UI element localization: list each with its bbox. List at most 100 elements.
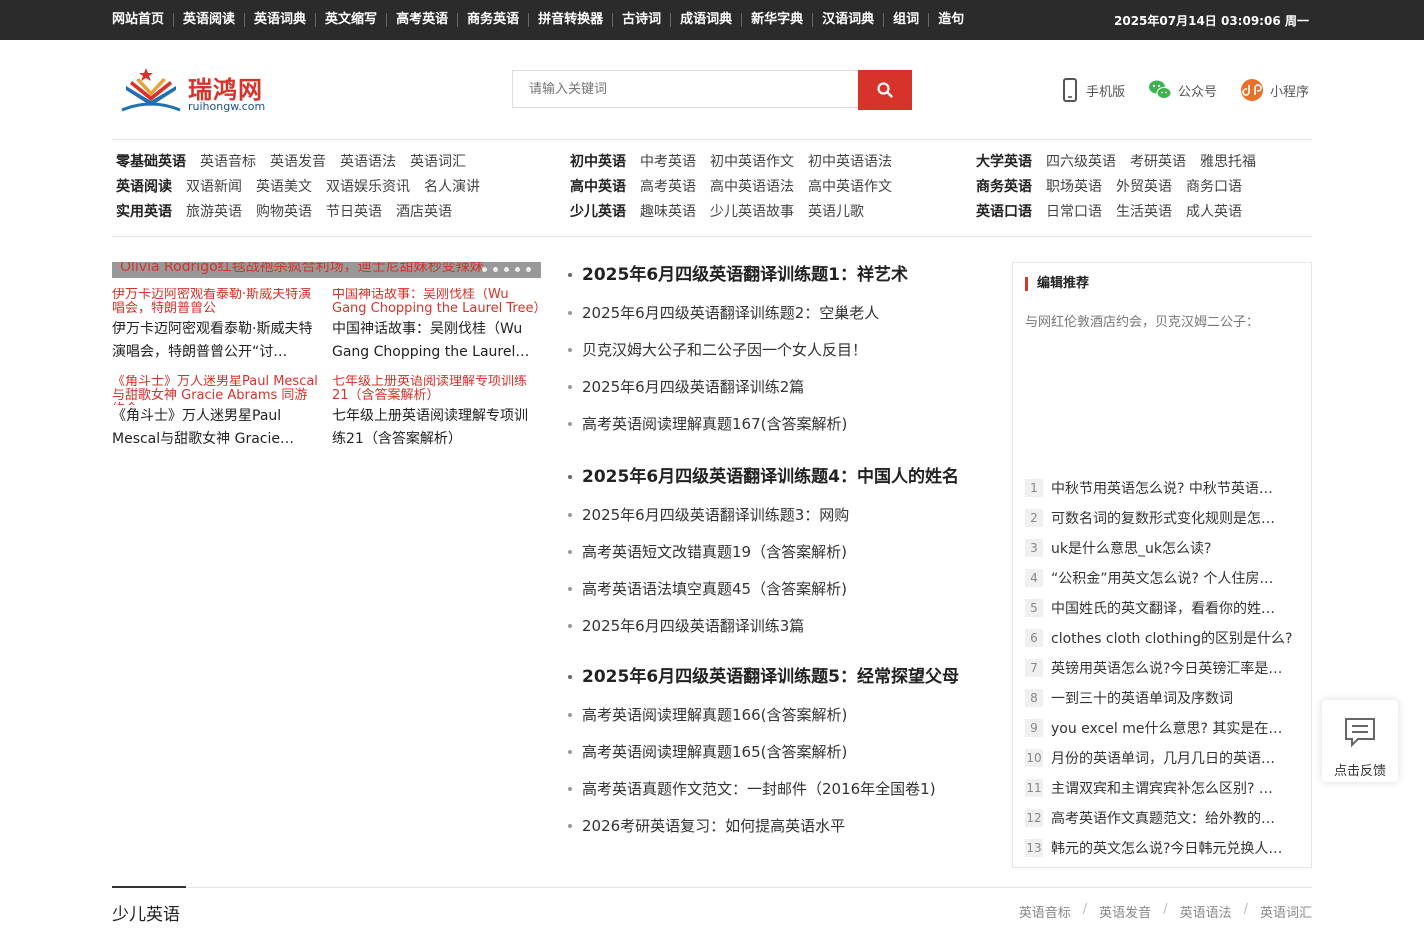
category-link[interactable]: 成人英语 [1186,204,1242,220]
rank-text[interactable]: 一到三十的英语单词及序数词 [1051,688,1233,708]
category-link[interactable]: 酒店英语 [396,204,452,220]
rank-item[interactable]: 1 中秋节用英语怎么说? 中秋节英语… [1025,473,1301,503]
topnav-link-hanyu[interactable]: 汉语词典 [812,13,883,27]
category-link[interactable]: 日常口语 [1046,204,1102,220]
thumb-image-alt[interactable]: 伊万卡迈阿密观看泰勒·斯威夫特演唱会，特朗普曾公 [112,288,320,318]
news-item[interactable]: 贝克汉姆大公子和二公子因一个女人反目！ [568,337,988,374]
rank-item[interactable]: 6 clothes cloth clothing的区别是什么? [1025,623,1301,653]
category-head[interactable]: 英语阅读 [116,179,172,195]
topnav-link-dictionary[interactable]: 英语词典 [244,13,315,27]
thumb-title[interactable]: 七年级上册英语阅读理解专项训练21（含答案解析） [332,405,540,451]
rank-item[interactable]: 9 you excel me什么意思? 其实是在… [1025,713,1301,743]
miniapp-link[interactable]: 小程序 [1240,78,1309,102]
category-link[interactable]: 双语新闻 [186,179,242,195]
rank-item[interactable]: 8 一到三十的英语单词及序数词 [1025,683,1301,713]
thumb-image-alt[interactable]: 七年级上册英语阅读理解专项训练21（含答案解析） [332,375,540,405]
search-button[interactable] [858,70,912,110]
category-link[interactable]: 雅思托福 [1200,154,1256,170]
topnav-link-idioms[interactable]: 成语词典 [670,13,741,27]
category-link[interactable]: 考研英语 [1130,154,1186,170]
category-link[interactable]: 初中英语语法 [808,154,892,170]
category-head[interactable]: 零基础英语 [116,154,186,170]
site-logo[interactable]: 瑞鸿网 ruihongw.com [118,66,288,116]
category-link[interactable]: 趣味英语 [640,204,696,220]
news-headline[interactable]: 2025年6月四级英语翻译训练题4：中国人的姓名 [568,464,988,502]
mobile-link[interactable]: 手机版 [1060,78,1125,102]
category-head[interactable]: 英语口语 [976,204,1032,220]
category-link[interactable]: 外贸英语 [1116,179,1172,195]
image-slider[interactable]: Olivia Rodrigo红毯战袍杀疯合利场，迪士尼甜妹秒变辣妹 [112,262,541,278]
section-link[interactable]: 英语语法 [1180,902,1232,921]
category-head[interactable]: 少儿英语 [570,204,626,220]
section-link[interactable]: 英语音标 [1019,902,1071,921]
category-head[interactable]: 商务英语 [976,179,1032,195]
rank-item[interactable]: 10 月份的英语单词，几月几日的英语… [1025,743,1301,773]
rank-text[interactable]: 可数名词的复数形式变化规则是怎… [1051,508,1275,528]
category-head[interactable]: 大学英语 [976,154,1032,170]
news-item[interactable]: 2026考研英语复习：如何提高英语水平 [568,813,988,850]
thumb-image-alt[interactable]: 《角斗士》万人迷男星Paul Mescal与甜歌女神 Gracie Abrams… [112,375,320,405]
slider-dot[interactable] [515,267,520,272]
rank-text[interactable]: 月份的英语单词，几月几日的英语… [1051,748,1275,768]
topnav-link-pinyin[interactable]: 拼音转换器 [528,13,612,27]
section-link[interactable]: 英语发音 [1099,902,1151,921]
category-link[interactable]: 英语儿歌 [808,204,864,220]
rank-item[interactable]: 11 主谓双宾和主谓宾宾补怎么区别? … [1025,773,1301,803]
topnav-link-gaokao[interactable]: 高考英语 [386,13,457,27]
category-link[interactable]: 英语美文 [256,179,312,195]
category-link[interactable]: 名人演讲 [424,179,480,195]
category-head[interactable]: 实用英语 [116,204,172,220]
rank-text[interactable]: 韩元的英文怎么说?今日韩元兑换人… [1051,838,1282,858]
slider-caption[interactable]: Olivia Rodrigo红毯战袍杀疯合利场，迪士尼甜妹秒变辣妹 [120,262,484,276]
category-link[interactable]: 购物英语 [256,204,312,220]
category-head[interactable]: 初中英语 [570,154,626,170]
category-link[interactable]: 高中英语语法 [710,179,794,195]
rank-text[interactable]: 中国姓氏的英文翻译，看看你的姓… [1051,598,1275,618]
rank-item[interactable]: 7 英镑用英语怎么说?今日英镑汇率是… [1025,653,1301,683]
thumb-title[interactable]: 《角斗士》万人迷男星Paul Mescal与甜歌女神 Gracie… [112,405,320,451]
news-item[interactable]: 高考英语语法填空真题45（含答案解析) [568,576,988,613]
slider-dot[interactable] [493,267,498,272]
rank-item[interactable]: 2 可数名词的复数形式变化规则是怎… [1025,503,1301,533]
news-item[interactable]: 高考英语阅读理解真题167(含答案解析) [568,411,988,448]
rank-text[interactable]: 中秋节用英语怎么说? 中秋节英语… [1051,478,1273,498]
topnav-link-business[interactable]: 商务英语 [457,13,528,27]
rank-text[interactable]: “公积金”用英文怎么说? 个人住房… [1051,568,1273,588]
rank-text[interactable]: 英镑用英语怎么说?今日英镑汇率是… [1051,658,1282,678]
rank-text[interactable]: you excel me什么意思? 其实是在… [1051,718,1282,738]
category-link[interactable]: 旅游英语 [186,204,242,220]
slider-dot[interactable] [504,267,509,272]
wechat-link[interactable]: 公众号 [1148,78,1217,102]
topnav-link-home[interactable]: 网站首页 [112,13,173,27]
news-item[interactable]: 2025年6月四级英语翻译训练2篇 [568,374,988,411]
category-link[interactable]: 职场英语 [1046,179,1102,195]
topnav-link-reading[interactable]: 英语阅读 [173,13,244,27]
category-link[interactable]: 商务口语 [1186,179,1242,195]
thumb-item[interactable]: 《角斗士》万人迷男星Paul Mescal与甜歌女神 Gracie Abrams… [112,375,320,451]
section-title[interactable]: 少儿英语 [112,900,180,925]
news-item[interactable]: 2025年6月四级英语翻译训练题2：空巢老人 [568,300,988,337]
topnav-link-zaoju[interactable]: 造句 [928,13,973,27]
category-link[interactable]: 节日英语 [326,204,382,220]
category-link[interactable]: 中考英语 [640,154,696,170]
category-link[interactable]: 少儿英语故事 [710,204,794,220]
topnav-link-abbrev[interactable]: 英文缩写 [315,13,386,27]
thumb-image-alt[interactable]: 中国神话故事：吴刚伐桂（Wu Gang Chopping the Laurel … [332,288,540,318]
category-link[interactable]: 英语词汇 [410,154,466,170]
category-link[interactable]: 高中英语作文 [808,179,892,195]
news-item[interactable]: 2025年6月四级英语翻译训练3篇 [568,613,988,650]
thumb-title[interactable]: 伊万卡迈阿密观看泰勒·斯威夫特演唱会，特朗普曾公开“讨… [112,318,320,364]
rank-item[interactable]: 13 韩元的英文怎么说?今日韩元兑换人… [1025,833,1301,863]
section-link[interactable]: 英语词汇 [1260,902,1312,921]
thumb-item[interactable]: 伊万卡迈阿密观看泰勒·斯威夫特演唱会，特朗普曾公 伊万卡迈阿密观看泰勒·斯威夫特… [112,288,320,364]
category-link[interactable]: 生活英语 [1116,204,1172,220]
recommend-image-alt[interactable]: 与网红伦敦酒店约会，贝克汉姆二公子： [1025,311,1297,461]
news-item[interactable]: 高考英语真题作文范文：一封邮件（2016年全国卷1) [568,776,988,813]
slider-dot[interactable] [526,267,531,272]
rank-text[interactable]: 高考英语作文真题范文：给外教的… [1051,808,1275,828]
category-head[interactable]: 高中英语 [570,179,626,195]
slider-dot[interactable] [482,267,487,272]
thumb-item[interactable]: 七年级上册英语阅读理解专项训练21（含答案解析） 七年级上册英语阅读理解专项训练… [332,375,540,451]
category-link[interactable]: 英语语法 [340,154,396,170]
news-item[interactable]: 高考英语阅读理解真题166(含答案解析) [568,702,988,739]
